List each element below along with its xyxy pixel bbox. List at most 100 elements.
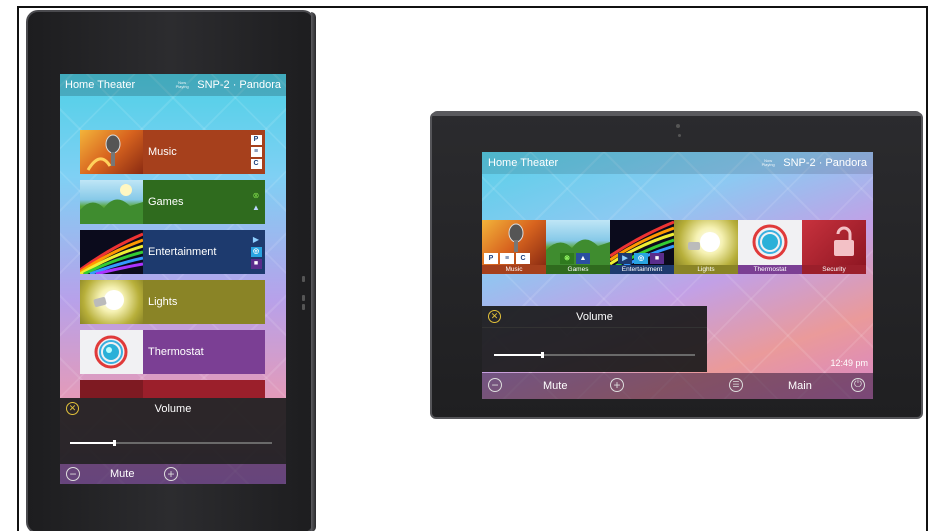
room-title[interactable]: Home Theater (488, 157, 558, 169)
tile-lights-label: Lights (674, 265, 738, 274)
tile-security[interactable]: Security (802, 220, 866, 274)
tile-lights[interactable]: Lights (674, 220, 738, 274)
appletv-icon[interactable]: ◎ (250, 247, 262, 257)
tile-security-strip (143, 380, 265, 398)
games-thumbnail (80, 180, 143, 224)
screenshot-frame: Home Theater Now Playing SNP-2 · Pandora… (17, 6, 928, 531)
lock-icon (834, 226, 854, 256)
minus-icon[interactable]: − (488, 378, 502, 392)
plus-icon[interactable]: + (610, 378, 624, 392)
mute-button[interactable]: Mute (543, 380, 567, 392)
playstation-icon[interactable]: ▲ (576, 253, 590, 264)
tile-entertainment[interactable]: Entertainment ▶ ◎ ■ (80, 230, 265, 274)
volume-header: ✕ Volume (60, 398, 286, 420)
tile-games-label: Games (546, 265, 610, 274)
header-bar: Home Theater Now Playing SNP-2 · Pandora (60, 74, 286, 96)
tile-entertainment-label: Entertainment (610, 265, 674, 274)
bluray-icon[interactable]: ▶ (251, 235, 262, 245)
security-thumbnail (802, 220, 866, 266)
xbox-icon[interactable]: ⊗ (251, 191, 262, 201)
volume-panel: ✕ Volume (60, 398, 286, 464)
tile-entertainment-label: Entertainment (143, 230, 247, 274)
header-bar: Home Theater Now Playing SNP-2 · Pandora (482, 152, 873, 174)
plus-icon[interactable]: + (164, 467, 178, 481)
now-playing-source: SNP-2 · Pandora (783, 157, 867, 169)
tile-games[interactable]: Games ⊗ ▲ (80, 180, 265, 224)
portrait-screen: Home Theater Now Playing SNP-2 · Pandora… (60, 74, 286, 484)
side-button (302, 276, 305, 282)
games-sources: ⊗ ▲ (560, 253, 590, 264)
now-playing[interactable]: Now Playing SNP-2 · Pandora (760, 157, 867, 169)
volume-slider-fill (70, 442, 115, 444)
light-rays-icon (80, 232, 143, 274)
main-button[interactable]: Main (788, 380, 812, 392)
tile-music-label: Music (482, 265, 546, 274)
tile-music[interactable]: Music P ≡ C (80, 130, 265, 174)
lights-thumbnail (674, 220, 738, 266)
bluray-icon[interactable]: ▶ (618, 253, 632, 264)
music-sources: P ≡ C (247, 130, 265, 174)
appletv-icon[interactable]: ◎ (634, 253, 648, 264)
volume-panel: ✕ Volume (482, 306, 707, 372)
pandora-icon[interactable]: P (250, 135, 262, 145)
cd-icon[interactable]: C (516, 253, 530, 264)
sensor-dot (678, 134, 681, 137)
close-icon[interactable]: ✕ (66, 402, 79, 415)
tile-thermostat-label: Thermostat (143, 330, 265, 374)
lights-thumbnail (80, 280, 143, 324)
tile-thermostat-label: Thermostat (738, 265, 802, 274)
portrait-tablet: Home Theater Now Playing SNP-2 · Pandora… (26, 10, 316, 531)
tunein-icon[interactable]: ≡ (250, 147, 262, 157)
lightbulb-icon (93, 290, 124, 310)
close-icon[interactable]: ✕ (488, 310, 501, 323)
volume-slider-thumb[interactable] (113, 440, 117, 446)
xbox-icon[interactable]: ⊗ (560, 253, 574, 264)
tile-games[interactable]: ⊗ ▲ Games (546, 220, 610, 274)
tile-thermostat[interactable]: Thermostat (80, 330, 265, 374)
pandora-icon[interactable]: P (484, 253, 498, 264)
now-playing[interactable]: Now Playing SNP-2 · Pandora (174, 79, 281, 91)
volume-header: ✕ Volume (482, 306, 707, 328)
minus-icon[interactable]: − (66, 467, 80, 481)
room-title[interactable]: Home Theater (65, 79, 135, 91)
thermostat-icon (752, 224, 788, 260)
landscape-art-icon (80, 184, 143, 224)
tile-security-partial[interactable] (80, 380, 265, 398)
security-thumbnail (80, 380, 143, 398)
tunein-icon[interactable]: ≡ (500, 253, 514, 264)
tile-games-label: Games (143, 180, 247, 224)
cable-icon[interactable]: ■ (650, 253, 664, 264)
tile-music-label: Music (143, 130, 247, 174)
mute-button[interactable]: Mute (110, 468, 134, 480)
landscape-tablet: Home Theater Now Playing SNP-2 · Pandora… (430, 111, 923, 419)
tile-entertainment[interactable]: ▶ ◎ ■ Entertainment (610, 220, 674, 274)
cable-icon[interactable]: ■ (250, 259, 262, 269)
entertainment-sources: ▶ ◎ ■ (247, 230, 265, 274)
tile-lights[interactable]: Lights (80, 280, 265, 324)
power-icon[interactable]: ⏻ (851, 378, 865, 392)
thermostat-icon (94, 335, 128, 369)
tile-lights-label: Lights (143, 280, 265, 324)
entertainment-sources: ▶ ◎ ■ (618, 253, 664, 264)
tile-security-label: Security (802, 265, 866, 274)
device-edge (432, 111, 921, 116)
camera-dot (676, 124, 680, 128)
volume-slider[interactable] (494, 352, 695, 358)
thermostat-thumbnail (738, 220, 802, 266)
side-button (302, 304, 305, 310)
tile-music[interactable]: P ≡ C Music (482, 220, 546, 274)
entertainment-thumbnail (80, 230, 143, 274)
volume-slider[interactable] (70, 440, 272, 446)
tile-thermostat[interactable]: Thermostat (738, 220, 802, 274)
clock: 12:49 pm (830, 358, 868, 368)
cd-icon[interactable]: C (250, 159, 262, 169)
side-button (302, 295, 305, 301)
landscape-screen: Home Theater Now Playing SNP-2 · Pandora… (482, 152, 873, 399)
volume-slider-fill (494, 354, 543, 356)
control-bar: − Mute + ☰ Main ⏻ (482, 373, 873, 399)
volume-slider-thumb[interactable] (541, 352, 545, 358)
playstation-icon[interactable]: ▲ (251, 203, 262, 213)
main-menu-icon[interactable]: ☰ (729, 378, 743, 392)
now-playing-icon: Now Playing (761, 158, 775, 168)
games-sources: ⊗ ▲ (247, 180, 265, 224)
